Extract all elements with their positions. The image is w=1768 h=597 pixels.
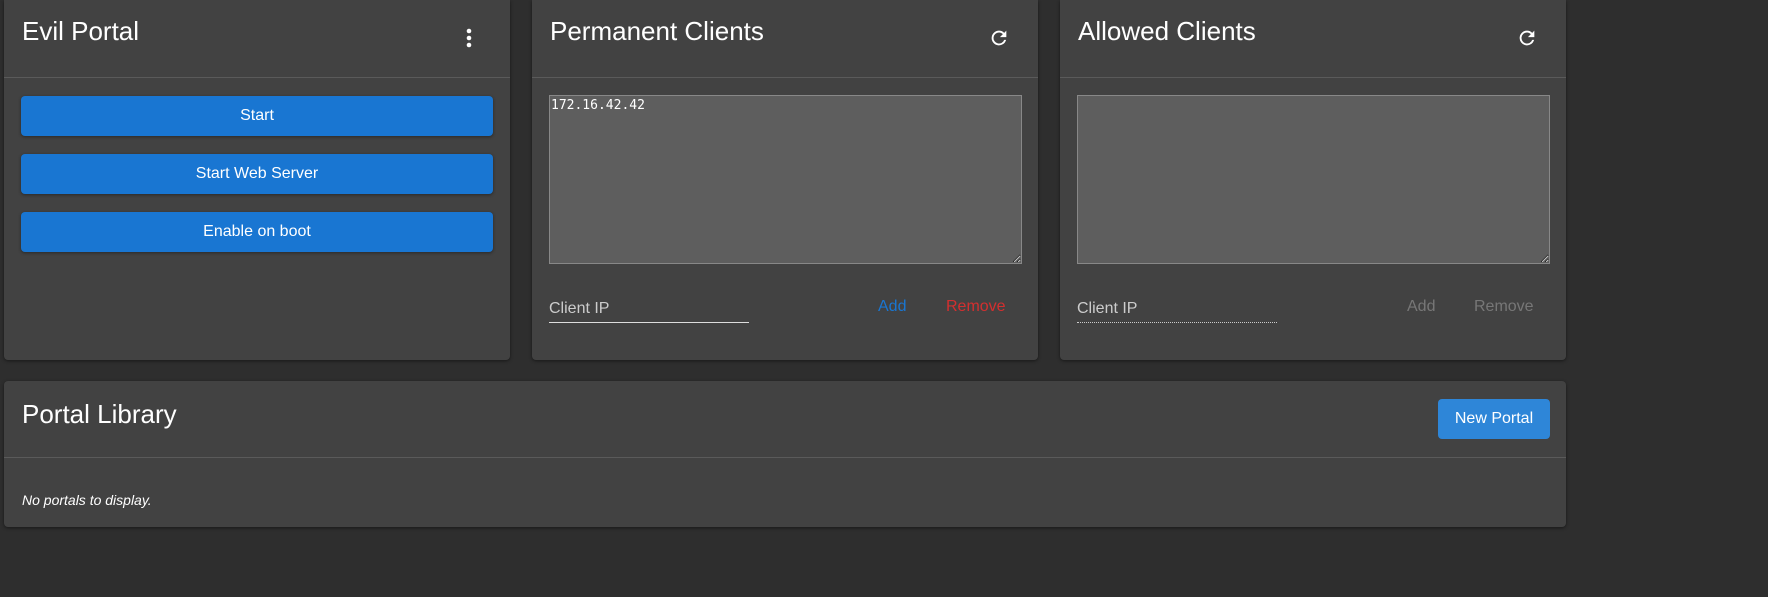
permanent-clients-textarea[interactable]: 172.16.42.42 (549, 95, 1022, 264)
enable-on-boot-button[interactable]: Enable on boot (21, 212, 493, 252)
card-header: Allowed Clients (1060, 0, 1566, 78)
client-ip-input[interactable]: Client IP (1077, 297, 1277, 323)
empty-portals-text: No portals to display. (22, 492, 152, 508)
card-title: Permanent Clients (550, 16, 764, 46)
more-vert-icon[interactable] (455, 24, 483, 52)
card-header: Portal Library New Portal (4, 381, 1566, 458)
card-header: Permanent Clients (532, 0, 1038, 78)
refresh-icon[interactable] (985, 24, 1013, 52)
start-web-server-button[interactable]: Start Web Server (21, 154, 493, 194)
add-button[interactable]: Add (878, 298, 906, 316)
remove-button[interactable]: Remove (1474, 298, 1534, 316)
evil-portal-card: Evil Portal Start Start Web Server Enabl… (4, 0, 510, 360)
add-button[interactable]: Add (1407, 298, 1435, 316)
allowed-clients-card: Allowed Clients Client IP Add Remove (1060, 0, 1566, 360)
remove-button[interactable]: Remove (946, 298, 1006, 316)
client-ip-input[interactable]: Client IP (549, 297, 749, 323)
card-title: Portal Library (22, 399, 177, 429)
permanent-clients-card: Permanent Clients 172.16.42.42 Client IP… (532, 0, 1038, 360)
refresh-icon[interactable] (1513, 24, 1541, 52)
portal-library-card: Portal Library New Portal No portals to … (4, 381, 1566, 527)
start-button[interactable]: Start (21, 96, 493, 136)
allowed-clients-textarea[interactable] (1077, 95, 1550, 264)
new-portal-button[interactable]: New Portal (1438, 399, 1550, 439)
card-title: Evil Portal (22, 16, 140, 46)
card-title: Allowed Clients (1078, 16, 1256, 46)
card-header: Evil Portal (4, 0, 510, 78)
